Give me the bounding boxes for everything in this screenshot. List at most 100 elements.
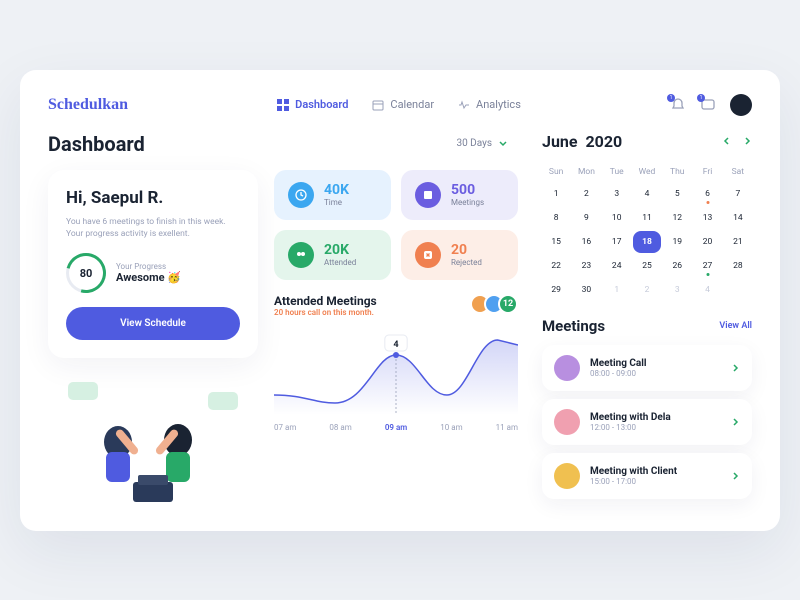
calendar-day[interactable]: 3 (663, 279, 691, 301)
stat-rejected-value: 20 (451, 242, 482, 258)
calendar-day[interactable]: 28 (724, 255, 752, 277)
calendar-day[interactable]: 9 (572, 207, 600, 229)
calendar-day[interactable]: 26 (663, 255, 691, 277)
stat-attended[interactable]: 20KAttended (274, 230, 391, 280)
page-title-row: Dashboard 30 Days (48, 132, 518, 156)
bell-badge: 1 (667, 94, 675, 102)
calendar-day[interactable]: 1 (603, 279, 631, 301)
calendar-day[interactable]: 29 (542, 279, 570, 301)
progress-value: Awesome 🥳 (116, 271, 181, 284)
calendar-dow: Fri (693, 163, 721, 181)
stats-grid: 40KTime 500Meetings 20KAttended 20R (274, 170, 518, 280)
calendar-day[interactable]: 22 (542, 255, 570, 277)
messages-icon[interactable]: 1 (700, 97, 716, 113)
calendar-day[interactable]: 12 (663, 207, 691, 229)
user-avatar[interactable] (730, 94, 752, 116)
stat-time-label: Time (324, 198, 349, 207)
chevron-down-icon (498, 139, 508, 149)
attendees-avatars[interactable]: 12 (470, 294, 518, 314)
calendar-day[interactable]: 5 (663, 183, 691, 205)
calendar-day[interactable]: 21 (724, 231, 752, 253)
date-filter-label: 30 Days (456, 138, 492, 149)
greeting-title: Hi, Saepul R. (66, 188, 240, 208)
meeting-time: 12:00 - 13:00 (590, 423, 720, 432)
calendar-nav (722, 136, 752, 146)
clock-icon (288, 182, 314, 208)
meeting-time: 15:00 - 17:00 (590, 477, 720, 486)
calendar-day[interactable]: 8 (542, 207, 570, 229)
meeting-card[interactable]: Meeting Call08:00 - 09:00 (542, 345, 752, 391)
calendar-dow: Sat (724, 163, 752, 181)
calendar-day[interactable]: 16 (572, 231, 600, 253)
meeting-name: Meeting with Dela (590, 412, 720, 423)
chevron-right-icon[interactable] (742, 136, 752, 146)
chart-title: Attended Meetings (274, 294, 377, 308)
progress-row: 80 Your Progress Awesome 🥳 (66, 253, 240, 293)
calendar-day[interactable]: 3 (603, 183, 631, 205)
calendar-day[interactable]: 7 (724, 183, 752, 205)
tick-active: 09 am (385, 423, 407, 432)
calendar-day[interactable]: 20 (693, 231, 721, 253)
calendar-day[interactable]: 15 (542, 231, 570, 253)
nav-analytics[interactable]: Analytics (458, 98, 521, 111)
stat-meetings[interactable]: 500Meetings (401, 170, 518, 220)
page-title: Dashboard (48, 132, 145, 156)
nav-calendar[interactable]: Calendar (372, 98, 434, 111)
tick: 08 am (329, 423, 351, 432)
calendar-day[interactable]: 13 (693, 207, 721, 229)
topbar: Schedulkan Dashboard Calendar Analytics … (48, 94, 752, 116)
nav-dashboard[interactable]: Dashboard (277, 98, 348, 111)
calendar-day[interactable]: 4 (693, 279, 721, 301)
calendar-day[interactable]: 17 (603, 231, 631, 253)
calendar-day-selected[interactable]: 18 (633, 231, 661, 253)
stat-time[interactable]: 40KTime (274, 170, 391, 220)
calendar-day[interactable]: 19 (663, 231, 691, 253)
grid-icon (277, 99, 289, 111)
chevron-left-icon[interactable] (722, 136, 732, 146)
meeting-card[interactable]: Meeting with Dela12:00 - 13:00 (542, 399, 752, 445)
calendar-day[interactable]: 25 (633, 255, 661, 277)
meeting-info: Meeting with Client15:00 - 17:00 (590, 466, 720, 486)
chart-header: Attended Meetings 20 hours call on this … (274, 294, 518, 317)
calendar-day[interactable]: 2 (572, 183, 600, 205)
calendar-day[interactable]: 4 (633, 183, 661, 205)
meeting-avatar (554, 355, 580, 381)
stat-meetings-value: 500 (451, 182, 484, 198)
content: Dashboard 30 Days Hi, Saepul R. You have… (48, 132, 752, 507)
view-schedule-button[interactable]: View Schedule (66, 307, 240, 340)
illustration-highfive (48, 372, 258, 502)
brand-logo: Schedulkan (48, 96, 128, 114)
progress-ring: 80 (66, 253, 106, 293)
calendar-day[interactable]: 24 (603, 255, 631, 277)
nav-analytics-label: Analytics (476, 98, 521, 111)
stats-column: 40KTime 500Meetings 20KAttended 20R (274, 170, 518, 503)
calendar-day[interactable] (724, 279, 752, 301)
meeting-name: Meeting Call (590, 358, 720, 369)
meeting-info: Meeting Call08:00 - 09:00 (590, 358, 720, 378)
calendar-day[interactable]: 1 (542, 183, 570, 205)
calendar-dow: Sun (542, 163, 570, 181)
calendar-day[interactable]: 30 (572, 279, 600, 301)
topbar-actions: 1 1 (670, 94, 752, 116)
calendar-day[interactable]: 2 (633, 279, 661, 301)
calendar-icon (415, 182, 441, 208)
greeting-column: Hi, Saepul R. You have 6 meetings to fin… (48, 170, 258, 503)
calendar-day[interactable]: 11 (633, 207, 661, 229)
calendar-day[interactable]: 23 (572, 255, 600, 277)
pulse-icon (458, 99, 470, 111)
calendar-day[interactable]: 14 (724, 207, 752, 229)
calendar-dow: Tue (603, 163, 631, 181)
calendar-grid: SunMonTueWedThuFriSat1234567891011121314… (542, 163, 752, 301)
main-grid: Hi, Saepul R. You have 6 meetings to fin… (48, 170, 518, 503)
calendar-title: June 2020 (542, 132, 622, 151)
calendar-day[interactable]: 27 (693, 255, 721, 277)
date-filter[interactable]: 30 Days (446, 132, 518, 155)
view-all-link[interactable]: View All (719, 321, 752, 331)
calendar-day[interactable]: 6 (693, 183, 721, 205)
calendar-day[interactable]: 10 (603, 207, 631, 229)
stat-rejected[interactable]: 20Rejected (401, 230, 518, 280)
notifications-bell[interactable]: 1 (670, 97, 686, 113)
reject-icon (415, 242, 441, 268)
meeting-card[interactable]: Meeting with Client15:00 - 17:00 (542, 453, 752, 499)
nav-dashboard-label: Dashboard (295, 98, 348, 111)
